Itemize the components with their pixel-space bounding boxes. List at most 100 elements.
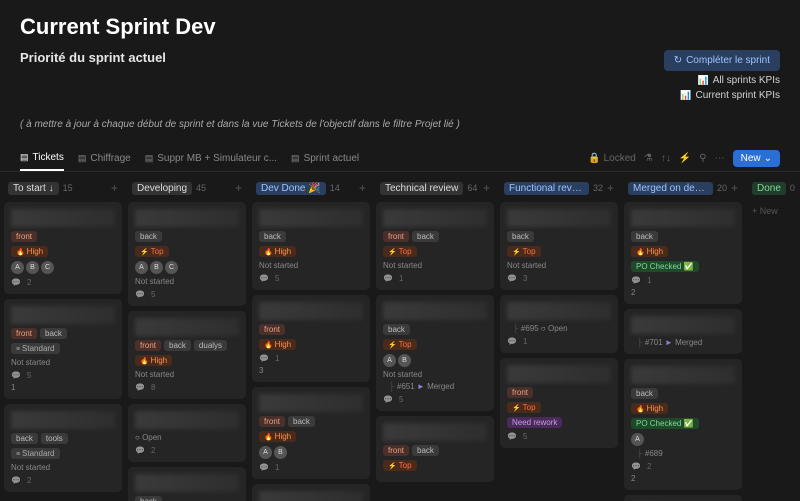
tag-front: front [507,387,533,398]
kanban-card[interactable]: Open2 [128,404,246,462]
more-icon[interactable]: ⋯ [715,153,725,164]
card-title-blurred [383,302,487,320]
current-sprint-kpis-link[interactable]: Current sprint KPIs [680,90,780,101]
kanban-card[interactable]: #701 Merged [624,309,742,354]
column-count: 15 [63,183,73,193]
card-title-blurred [383,209,487,227]
kanban-card[interactable]: backTopABCNot started5 [128,202,246,306]
kanban-card[interactable]: frontTopNeed rework5 [500,358,618,448]
kanban-card[interactable]: backHighNot started5 [252,202,370,290]
tab-tickets[interactable]: ▤Tickets [20,146,64,171]
column-count: 64 [467,183,477,193]
add-new-card[interactable]: + New [748,202,800,220]
kanban-card[interactable]: frontbackdualysHighNot started8 [128,311,246,399]
column-count: 45 [196,183,206,193]
sync-icon: ↻ [674,55,682,66]
kanban-card[interactable]: frontbackStandardNot started51 [4,299,122,399]
status-label: Not started [11,358,115,367]
flash-icon[interactable]: ⚡ [679,153,691,164]
column-title[interactable]: Technical review [380,182,463,195]
kanban-card[interactable]: backHighTNot started2 [128,467,246,501]
add-new-card[interactable]: + New [4,497,122,501]
column-title[interactable]: Developing [132,182,192,195]
extra-count: 1 [11,383,115,392]
card-title-blurred [631,209,735,227]
column-merged-on-develop-: Merged on develop ✨20+backHighPO Checked… [624,178,742,501]
sort-icon[interactable]: ↑↓ [661,153,671,164]
tag-back: back [288,416,315,427]
column-technical-review: Technical review 64 + frontbackTopNot start… [376,178,494,501]
complete-sprint-button[interactable]: ↻ Compléter le sprint [664,50,780,71]
card-title-blurred [11,209,115,227]
tab-chiffrage[interactable]: ▤Chiffrage [78,147,131,170]
tag-back: back [631,231,658,242]
card-title-blurred [11,411,115,429]
column-title[interactable]: Dev Done 🎉 [256,182,326,195]
card-title-blurred [259,209,363,227]
extra-count: 3 [259,366,363,375]
tab-suppr-mb-simulateur-c-[interactable]: ▤Suppr MB + Simulateur c... [145,147,277,170]
column-header: Dev Done 🎉14+ [252,178,370,198]
avatar[interactable]: A [259,446,272,459]
avatar[interactable]: A [135,261,148,274]
kanban-card[interactable]: #704 Open#1326 Open4 [252,484,370,501]
kanban-card[interactable]: backtoolsStandardNot started2 [4,404,122,492]
column-title[interactable]: To start ↓ [8,182,59,195]
add-card-icon[interactable]: + [111,181,118,195]
avatar[interactable]: B [274,446,287,459]
tag-back: back [631,388,658,399]
card-footer: 8 [135,383,239,392]
kanban-card[interactable]: frontHigh13 [252,295,370,382]
card-footer: 5 [259,274,363,283]
column-dev-done-: Dev Done 🎉14+ backHighNot started5frontHi… [252,178,370,501]
tag-front: front [383,231,409,242]
column-title[interactable]: Done [752,182,786,195]
sub-issue[interactable]: #689 [631,449,735,458]
all-sprints-kpis-link[interactable]: All sprints KPIs [698,75,780,86]
column-title[interactable]: Functional review 👀 [504,182,589,195]
kanban-card[interactable]: backHighPO Checked ✅12 [624,202,742,304]
kanban-card[interactable]: #695 Open1 [500,295,618,353]
table-icon: ▤ [20,152,29,163]
priority-tag: High [259,339,296,350]
sub-issue[interactable]: #651 Merged [383,382,487,391]
add-card-icon[interactable]: + [235,181,242,195]
status-label: Not started [11,463,115,472]
avatar[interactable]: C [165,261,178,274]
kanban-card[interactable]: frontHighABC2 [4,202,122,294]
kanban-card[interactable]: frontbackTop [376,416,494,482]
kanban-card[interactable]: backTopNot started3 [500,202,618,290]
avatar[interactable]: C [41,261,54,274]
card-title-blurred [259,491,363,501]
search-icon[interactable]: ⚲ [699,153,706,164]
priority-tag: Top [383,460,417,471]
sub-issue[interactable]: #695 Open [507,324,611,333]
kanban-card[interactable]: frontbackHighAB1 [252,387,370,479]
add-card-icon[interactable]: + [359,181,366,195]
filter-icon[interactable]: ⚗ [644,153,653,164]
add-card-icon[interactable]: + [483,181,490,195]
page-title: Current Sprint Dev [20,14,780,40]
kanban-card[interactable]: backTopABNot started#651 Merged5 [376,295,494,411]
kanban-card[interactable]: backStandardNon Applicable [624,495,742,501]
priority-tag: Top [383,246,417,257]
avatar[interactable]: A [383,354,396,367]
avatar[interactable]: B [398,354,411,367]
add-card-icon[interactable]: + [731,181,738,195]
avatar[interactable]: A [631,433,644,446]
tab-sprint-actuel[interactable]: ▤Sprint actuel [291,147,359,170]
sub-issue[interactable]: #701 Merged [631,338,735,347]
page-subtitle: Priorité du sprint actuel [20,50,166,65]
kanban-card[interactable]: frontbackTopNot started1 [376,202,494,290]
card-footer: 5 [135,290,239,299]
avatar[interactable]: B [150,261,163,274]
kanban-card[interactable]: backHighPO Checked ✅A#68922 [624,359,742,490]
card-footer: 2 [11,278,115,287]
rework-tag: Need rework [507,417,562,428]
card-footer: 5 [383,395,487,404]
column-title[interactable]: Merged on develop ✨ [628,182,713,195]
avatar[interactable]: B [26,261,39,274]
add-card-icon[interactable]: + [607,181,614,195]
avatar[interactable]: A [11,261,24,274]
new-button[interactable]: New ⌄ [733,150,780,167]
